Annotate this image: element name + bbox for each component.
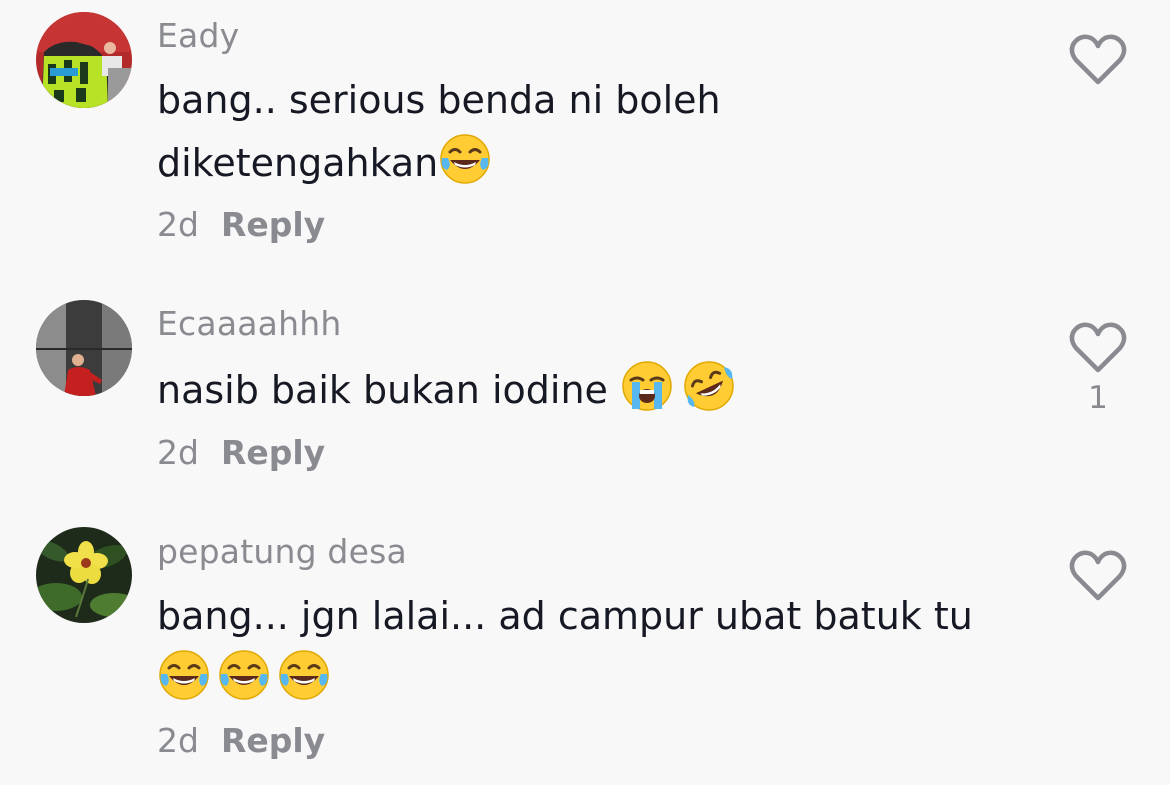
like-button[interactable]: [1068, 548, 1128, 602]
rolling-on-floor-laughing-emoji-icon: [682, 359, 736, 413]
comment-meta: 2d Reply: [157, 205, 325, 244]
comment-time: 2d: [157, 205, 199, 244]
comment-time: 2d: [157, 433, 199, 472]
comment-text-line: bang.. serious benda ni boleh: [157, 78, 721, 122]
like-button[interactable]: [1068, 32, 1128, 86]
comment-text-line: nasib baik bukan iodine: [157, 368, 620, 412]
comment-username[interactable]: Eady: [157, 16, 239, 55]
heart-outline-icon: [1068, 32, 1128, 86]
loudly-crying-emoji-icon: [620, 359, 674, 413]
comment-text-line: bang... jgn lalai... ad campur ubat batu…: [157, 594, 973, 638]
tears-of-joy-emoji-icon: [438, 132, 492, 186]
tears-of-joy-emoji-icon: [277, 648, 331, 702]
comment-time: 2d: [157, 721, 199, 760]
tears-of-joy-emoji-icon: [157, 648, 211, 702]
comment-text: bang.. serious benda ni boleh: [157, 68, 721, 132]
comment-username[interactable]: pepatung desa: [157, 532, 407, 571]
tears-of-joy-emoji-icon: [217, 648, 271, 702]
comment-username[interactable]: Ecaaaahhh: [157, 304, 341, 343]
comment-text-line: diketengahkan: [157, 141, 439, 185]
like-count: 1: [1088, 380, 1108, 416]
comment-text: diketengahkan: [157, 131, 492, 195]
heart-outline-icon: [1068, 320, 1128, 374]
reply-button[interactable]: Reply: [221, 721, 325, 760]
reply-button[interactable]: Reply: [221, 205, 325, 244]
avatar[interactable]: [36, 12, 132, 108]
like-button[interactable]: 1: [1068, 320, 1128, 416]
comment-text: [157, 647, 331, 711]
reply-button[interactable]: Reply: [221, 433, 325, 472]
comment-text: nasib baik bukan iodine: [157, 358, 736, 422]
avatar[interactable]: [36, 300, 132, 396]
avatar[interactable]: [36, 527, 132, 623]
comment-text: bang... jgn lalai... ad campur ubat batu…: [157, 584, 973, 648]
heart-outline-icon: [1068, 548, 1128, 602]
comment-meta: 2d Reply: [157, 721, 325, 760]
comment-meta: 2d Reply: [157, 433, 325, 472]
